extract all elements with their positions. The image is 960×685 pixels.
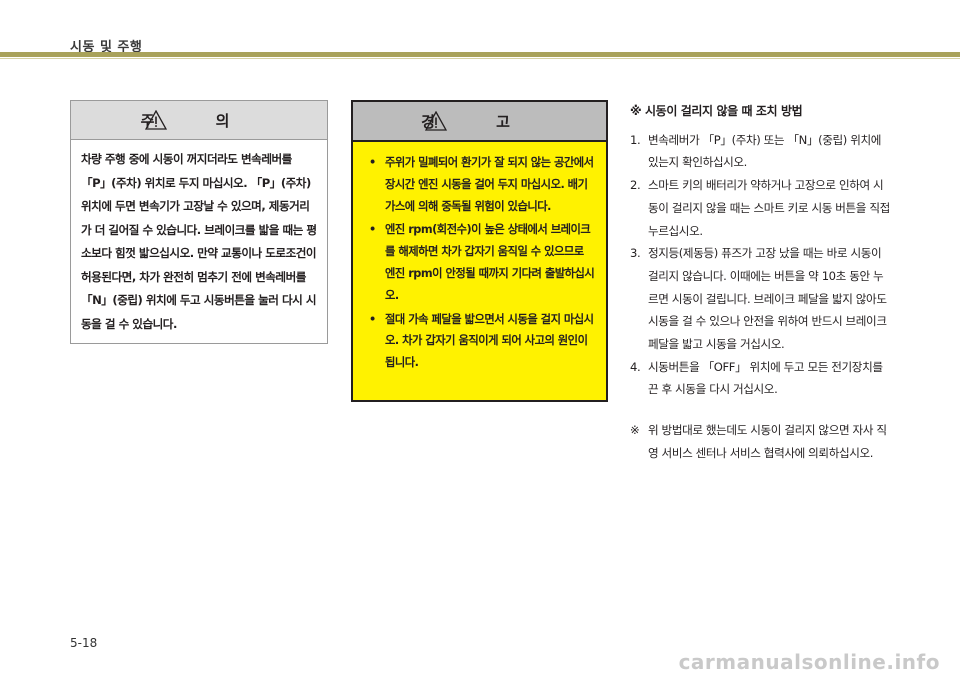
- warning-item: • 절대 가속 페달을 밟으면서 시동을 걸지 마십시오. 차가 갑자기 움직이…: [365, 309, 596, 374]
- troubleshoot-heading: ※ 시동이 걸리지 않을 때 조치 방법: [630, 104, 803, 118]
- step-text: 정지등(제동등) 퓨즈가 고장 났을 때는 바로 시동이 걸리지 않습니다. 이…: [648, 246, 887, 352]
- note-text: 위 방법대로 했는데도 시동이 걸리지 않으면 자사 직영 서비스 센터나 서비…: [648, 423, 887, 460]
- step-number: 2.: [630, 178, 641, 193]
- page-number: 5-18: [70, 636, 98, 650]
- bullet: •: [369, 223, 376, 237]
- warning-item: • 주위가 밀폐되어 환기가 잘 되지 않는 공간에서 장시간 엔진 시동을 걸…: [365, 152, 596, 217]
- warning-item: • 엔진 rpm(회전수)이 높은 상태에서 브레이크를 해제하면 차가 갑자기…: [365, 219, 596, 306]
- caution-title: 주 의: [140, 112, 258, 130]
- caution-box: 주 의 차량 주행 중에 시동이 꺼지더라도 변속레버를 「P」(주차) 위치로…: [70, 100, 328, 344]
- step-text: 스마트 키의 배터리가 약하거나 고장으로 인하여 시동이 걸리지 않을 때는 …: [648, 178, 890, 238]
- troubleshoot-section: ※ 시동이 걸리지 않을 때 조치 방법 1. 변속레버가 「P」(주차) 또는…: [630, 100, 892, 465]
- step-item: 1. 변속레버가 「P」(주차) 또는 「N」(중립) 위치에 있는지 확인하십…: [630, 129, 892, 174]
- page-header: 시동 및 주행: [0, 0, 960, 55]
- step-number: 4.: [630, 359, 641, 374]
- note-mark: ※: [630, 423, 640, 438]
- caution-header: 주 의: [71, 101, 327, 140]
- note: ※ 위 방법대로 했는데도 시동이 걸리지 않으면 자사 직영 서비스 센터나 …: [630, 419, 892, 464]
- warning-item-text: 주위가 밀폐되어 환기가 잘 되지 않는 공간에서 장시간 엔진 시동을 걸어 …: [385, 156, 594, 213]
- header-rule: [0, 52, 960, 57]
- troubleshoot-steps: 1. 변속레버가 「P」(주차) 또는 「N」(중립) 위치에 있는지 확인하십…: [630, 129, 892, 401]
- warning-item-text: 절대 가속 페달을 밟으면서 시동을 걸지 마십시오. 차가 갑자기 움직이게 …: [385, 312, 594, 370]
- warning-title: 경 고: [421, 113, 538, 131]
- watermark: carmanualsonline.info: [678, 650, 940, 674]
- step-number: 1.: [630, 132, 641, 147]
- warning-item-text: 엔진 rpm(회전수)이 높은 상태에서 브레이크를 해제하면 차가 갑자기 움…: [385, 223, 595, 302]
- step-number: 3.: [630, 246, 641, 261]
- step-item: 4. 시동버튼을 「OFF」 위치에 두고 모든 전기장치를 끈 후 시동을 다…: [630, 356, 892, 401]
- header-rule-thin: [0, 58, 960, 59]
- step-text: 변속레버가 「P」(주차) 또는 「N」(중립) 위치에 있는지 확인하십시오.: [648, 132, 882, 170]
- bullet: •: [369, 312, 376, 326]
- warning-box: 경 고 • 주위가 밀폐되어 환기가 잘 되지 않는 공간에서 장시간 엔진 시…: [351, 100, 608, 402]
- caution-text: 차량 주행 중에 시동이 꺼지더라도 변속레버를 「P」(주차) 위치로 두지 …: [81, 152, 317, 331]
- step-item: 3. 정지등(제동등) 퓨즈가 고장 났을 때는 바로 시동이 걸리지 않습니다…: [630, 242, 892, 356]
- warning-list: • 주위가 밀폐되어 환기가 잘 되지 않는 공간에서 장시간 엔진 시동을 걸…: [353, 142, 606, 374]
- warning-header: 경 고: [353, 102, 606, 142]
- step-item: 2. 스마트 키의 배터리가 약하거나 고장으로 인하여 시동이 걸리지 않을 …: [630, 174, 892, 242]
- bullet: •: [369, 156, 376, 169]
- step-text: 시동버튼을 「OFF」 위치에 두고 모든 전기장치를 끈 후 시동을 다시 거…: [648, 359, 883, 397]
